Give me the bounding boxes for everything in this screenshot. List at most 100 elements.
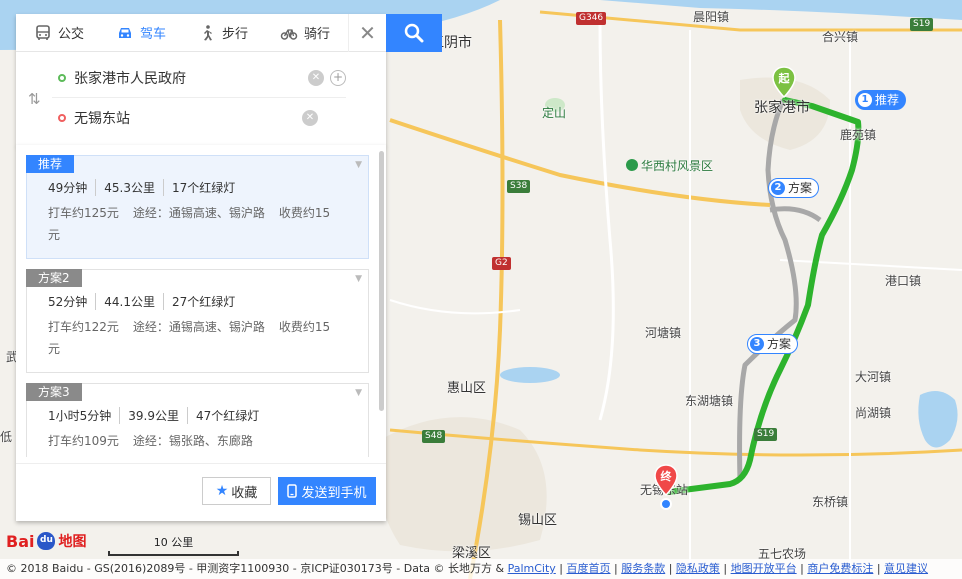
plan-1-toll: 收费约15 (278, 206, 331, 220)
map-label-dongqiao: 东桥镇 (812, 495, 849, 509)
plan-3-details: 打车约109元 途经：锡张路、东廊路 (27, 424, 368, 457)
map-label-huaxi: 华西村风景区 (626, 157, 713, 174)
favorite-button[interactable]: ★ 收藏 (202, 477, 271, 505)
tab-walk[interactable]: 步行 (180, 14, 262, 52)
map-label-gangkou: 港口镇 (885, 274, 922, 288)
logo-ditu: 地图 (58, 534, 87, 550)
footer-link-merchant[interactable]: 商户免费标注 (807, 562, 873, 575)
phone-icon (287, 484, 298, 498)
plan-3-time: 1小时5分钟 (48, 409, 112, 423)
footer-copyright: © 2018 Baidu - GS(2016)2089号 - 甲测资字11009… (6, 562, 508, 575)
road-shield-s19-top: S19 (910, 18, 934, 31)
plan-1-time: 49分钟 (48, 181, 88, 195)
tab-bus-label: 公交 (58, 27, 85, 42)
map-label-dongtang: 东湖塘镇 (685, 394, 734, 408)
tab-bike-label: 骑行 (304, 27, 331, 42)
route-tag-3-label: 方案 (767, 337, 792, 351)
end-input[interactable] (74, 110, 302, 126)
plan-1-distance: 45.3公里 (95, 179, 163, 196)
tab-bus[interactable]: 公交 (16, 14, 98, 52)
route-tag-1[interactable]: 1 推荐 (855, 90, 907, 110)
route-tag-3-num: 3 (750, 337, 764, 351)
end-input-row: ✕ (52, 98, 346, 138)
plan-card-1[interactable]: 推荐 ▼ 49分钟 45.3公里 17个红绿灯 打车约125元 途经：通锡高速、锡… (26, 155, 369, 259)
close-icon: ✕ (359, 20, 376, 45)
route-results-panel: 推荐 ▼ 49分钟 45.3公里 17个红绿灯 打车约125元 途经：通锡高速、锡… (16, 145, 386, 521)
plan-2-summary: 52分钟 44.1公里 27个红绿灯 (27, 287, 368, 310)
plan-card-3[interactable]: 方案3 ▼ 1小时5分钟 39.9公里 47个红绿灯 打车约109元 途经：锡张路… (26, 383, 369, 457)
logo-du: du (40, 535, 53, 545)
add-waypoint-icon[interactable]: + (330, 69, 346, 86)
close-button[interactable]: ✕ (348, 13, 386, 52)
baidu-logo[interactable]: Bai du 地图 (6, 530, 86, 552)
start-marker[interactable]: 起 (772, 66, 796, 99)
action-bar: ★ 收藏 发送到手机 (16, 463, 386, 521)
road-shield-g346: G346 (576, 12, 607, 25)
travel-mode-bar: 公交 驾车 步行 骑行 ✕ (16, 13, 386, 52)
logo-bai: Bai (6, 531, 35, 551)
results-scrollbar[interactable] (379, 151, 384, 411)
map-label-chenyang: 晨阳镇 (693, 10, 730, 24)
tab-car[interactable]: 驾车 (98, 14, 180, 52)
favorite-label: 收藏 (231, 485, 258, 501)
route-inputs: ⇅ ✕ + ✕ (16, 52, 386, 146)
plan-2-details: 打车约122元 途经：通锡高速、锡沪路 收费约15 元 (27, 310, 368, 366)
tab-walk-label: 步行 (222, 27, 249, 42)
swap-icon[interactable]: ⇅ (28, 90, 41, 108)
start-input[interactable] (74, 69, 308, 86)
plan-1-expand-icon[interactable]: ▼ (355, 160, 362, 170)
plan-2-toll: 收费约15 (278, 320, 331, 334)
map-label-xishan: 锡山区 (518, 513, 558, 528)
tab-bike[interactable]: 骑行 (262, 14, 344, 52)
footer-link-palmcity[interactable]: PalmCity (508, 562, 556, 575)
footer-sep: | (796, 562, 808, 575)
send-to-phone-button[interactable]: 发送到手机 (278, 477, 376, 505)
scale-bar (108, 551, 239, 556)
start-marker-label: 起 (778, 72, 790, 85)
search-button[interactable] (386, 14, 442, 52)
plan-3-summary: 1小时5分钟 39.9公里 47个红绿灯 (27, 401, 368, 424)
plan-2-lights: 27个红绿灯 (163, 293, 243, 310)
end-marker-label: 终 (660, 470, 672, 483)
plan-1-details: 打车约125元 途经：通锡高速、锡沪路 收费约15 元 (27, 196, 368, 252)
tab-car-label: 驾车 (140, 27, 167, 42)
logo-paw: du (35, 530, 57, 552)
plan-3-taxi: 打车约109元 (48, 434, 119, 448)
map-label-zhangjiagang: 张家港市 (754, 100, 810, 116)
map-label-hexing: 合兴镇 (822, 30, 859, 44)
map-label-huishan: 惠山区 (447, 381, 487, 396)
map-label-huaxi-text: 华西村风景区 (641, 159, 714, 173)
clear-end-icon[interactable]: ✕ (302, 110, 318, 126)
map-footer: © 2018 Baidu - GS(2016)2089号 - 甲测资字11009… (0, 559, 962, 579)
plan-1-lights: 17个红绿灯 (163, 179, 243, 196)
plan-card-2[interactable]: 方案2 ▼ 52分钟 44.1公里 27个红绿灯 打车约122元 途经：通锡高速、… (26, 269, 369, 373)
footer-link-baidu-home[interactable]: 百度首页 (567, 562, 611, 575)
road-shield-s48: S48 (422, 430, 446, 443)
plan-3-tag: 方案3 (26, 383, 82, 401)
plan-2-via: 途经：通锡高速、锡沪路 (132, 320, 265, 334)
map-label-left-di: 低 (0, 430, 13, 444)
start-input-row: ✕ + (52, 58, 346, 98)
star-icon: ★ (215, 483, 229, 499)
map-label-hetang: 河塘镇 (645, 326, 682, 340)
end-marker[interactable]: 终 (654, 464, 678, 497)
map-label-shanghu: 尚湖镇 (855, 406, 892, 420)
footer-link-feedback[interactable]: 意见建议 (884, 562, 928, 575)
footer-link-terms[interactable]: 服务条款 (621, 562, 665, 575)
plan-2-expand-icon[interactable]: ▼ (355, 274, 362, 284)
plan-list: 推荐 ▼ 49分钟 45.3公里 17个红绿灯 打车约125元 途经：通锡高速、锡… (16, 145, 386, 457)
plan-3-distance: 39.9公里 (119, 407, 187, 424)
footer-link-privacy[interactable]: 隐私政策 (676, 562, 720, 575)
route-tag-3[interactable]: 3 方案 (747, 334, 799, 354)
road-shield-s19-bottom: S19 (754, 428, 778, 441)
footer-link-open-platform[interactable]: 地图开放平台 (731, 562, 797, 575)
route-tag-2[interactable]: 2 方案 (768, 178, 820, 198)
clear-start-icon[interactable]: ✕ (308, 69, 324, 86)
map-label-lumiao: 鹿苑镇 (840, 128, 877, 142)
map-label-dahe: 大河镇 (855, 370, 892, 384)
plan-3-expand-icon[interactable]: ▼ (355, 388, 362, 398)
car-icon (119, 27, 132, 38)
plan-2-distance: 44.1公里 (95, 293, 163, 310)
station-icon (660, 498, 672, 510)
plan-3-lights: 47个红绿灯 (187, 407, 267, 424)
